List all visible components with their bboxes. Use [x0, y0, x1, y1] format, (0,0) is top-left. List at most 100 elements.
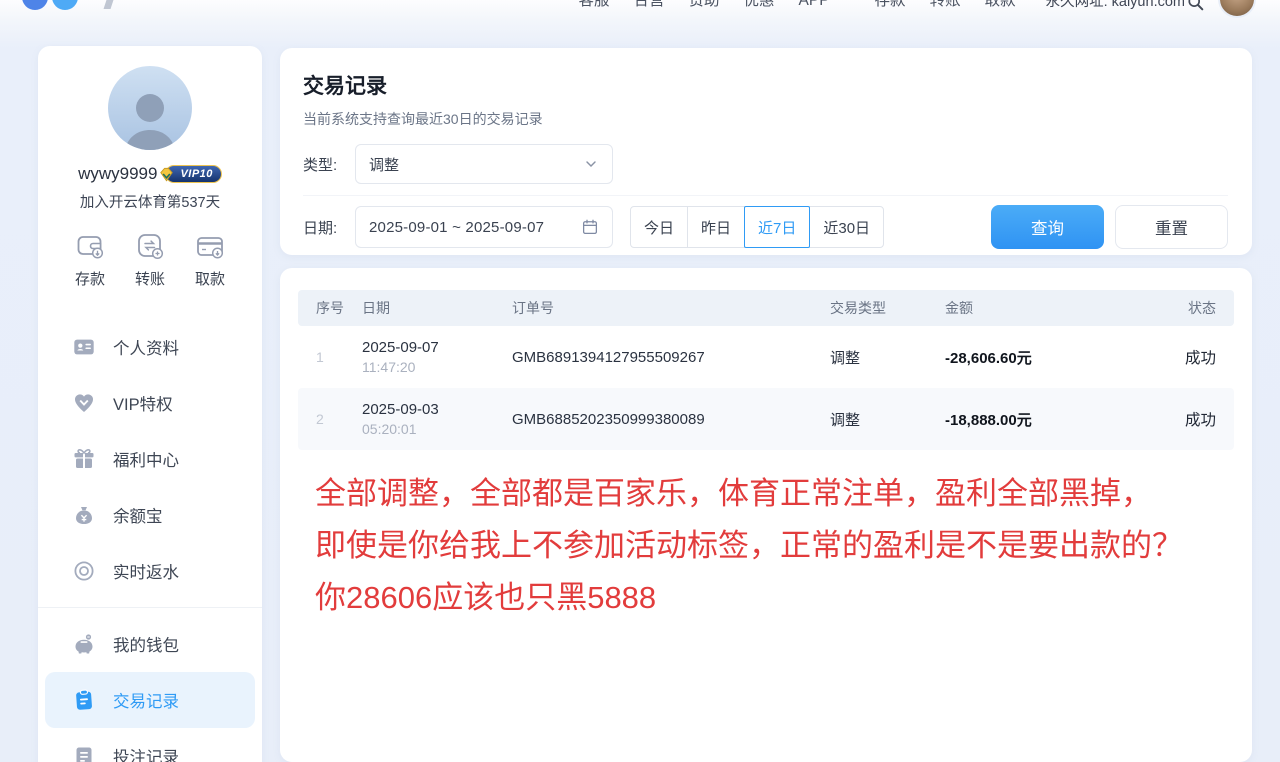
profile-avatar[interactable] — [108, 66, 192, 150]
sidebar-item-label: 福利中心 — [113, 447, 179, 471]
sidebar-item-bets[interactable]: 投注记录 — [38, 728, 262, 762]
table-header: 序号 日期 订单号 交易类型 金额 状态 — [298, 290, 1234, 326]
page: 客服 合营 赞助 优惠 APP 存款 转账 取款 永久网址: kaiyun.co… — [0, 0, 1280, 762]
cell-amount: -28,606.60元 — [945, 347, 1125, 368]
range-7days-button[interactable]: 近7日 — [744, 206, 810, 248]
cell-status: 成功 — [1125, 408, 1216, 430]
page-title: 交易记录 — [303, 70, 1228, 100]
sidebar-menu: 个人资料 VIP特权 福利中心 余额宝 — [38, 319, 262, 762]
nav-item-deposit[interactable]: 存款 — [875, 0, 906, 13]
query-button[interactable]: 查询 — [991, 205, 1104, 249]
vip-level-label: VIP10 — [180, 168, 212, 180]
sidebar-item-label: 个人资料 — [113, 335, 179, 359]
cell-date-day: 2025-09-03 — [362, 401, 512, 418]
menu-divider — [38, 607, 262, 608]
join-days-text: 加入开云体育第537天 — [38, 191, 262, 212]
cell-date-day: 2025-09-07 — [362, 339, 512, 356]
quick-range-group: 今日 昨日 近7日 近30日 — [630, 206, 884, 248]
nav-item-promo[interactable]: 优惠 — [744, 0, 775, 13]
col-header-amount: 金额 — [945, 298, 1125, 318]
sidebar-item-label: 实时返水 — [113, 559, 179, 583]
filter-card: 交易记录 当前系统支持查询最近30日的交易记录 类型: 调整 日期: 2025-… — [280, 48, 1252, 255]
cell-transaction-type: 调整 — [830, 347, 945, 368]
date-filter-row: 日期: 2025-09-01 ~ 2025-09-07 今日 昨日 近7日 近3… — [303, 205, 1228, 249]
rebate-icon — [72, 559, 96, 583]
gift-icon — [72, 447, 96, 471]
cell-date-time: 05:20:01 — [362, 421, 512, 437]
cell-no: 1 — [316, 349, 362, 365]
range-today-button[interactable]: 今日 — [630, 206, 688, 248]
type-select-value: 调整 — [369, 154, 399, 175]
type-filter-row: 类型: 调整 — [303, 144, 1228, 184]
withdraw-card-icon — [194, 230, 226, 262]
filter-divider — [303, 195, 1228, 196]
vip-gem-badge-icon — [158, 166, 175, 183]
reset-button[interactable]: 重置 — [1115, 205, 1228, 249]
deposit-wallet-icon — [74, 230, 106, 262]
piggy-bank-icon — [72, 632, 96, 656]
sidebar-item-label: 交易记录 — [113, 688, 179, 712]
range-yesterday-button[interactable]: 昨日 — [687, 206, 745, 248]
nav-item-sponsor[interactable]: 赞助 — [689, 0, 720, 13]
date-range-value: 2025-09-01 ~ 2025-09-07 — [369, 219, 544, 236]
col-header-type: 交易类型 — [830, 298, 945, 318]
user-avatar-small[interactable] — [1218, 0, 1256, 18]
quick-action-deposit[interactable]: 存款 — [64, 230, 116, 289]
chevron-down-icon — [583, 156, 599, 172]
type-select[interactable]: 调整 — [355, 144, 613, 184]
annotation-line: 即使是你给我上不参加活动标签，正常的盈利是不是要出款的？ — [315, 520, 1230, 572]
sidebar-item-transactions[interactable]: 交易记录 — [45, 672, 255, 728]
sidebar-item-label: VIP特权 — [113, 391, 173, 415]
permanent-url: 永久网址: kaiyun.com — [1046, 0, 1185, 14]
nav-item-withdraw[interactable]: 取款 — [985, 0, 1016, 13]
id-card-icon — [72, 335, 96, 359]
quick-action-withdraw[interactable]: 取款 — [184, 230, 236, 289]
bet-records-icon — [72, 744, 96, 762]
quick-action-transfer[interactable]: 转账 — [124, 230, 176, 289]
quick-action-label: 转账 — [135, 268, 165, 289]
sidebar-item-yuebao[interactable]: 余额宝 — [38, 487, 262, 543]
sidebar-item-label: 投注记录 — [113, 744, 179, 762]
page-subtitle: 当前系统支持查询最近30日的交易记录 — [303, 109, 1228, 129]
sidebar-item-vip[interactable]: VIP特权 — [38, 375, 262, 431]
cell-order-number: GMB6885202350999380089 — [512, 411, 830, 428]
money-bag-icon — [72, 503, 96, 527]
sidebar-item-rebate[interactable]: 实时返水 — [38, 543, 262, 599]
calendar-icon — [581, 218, 599, 236]
transfer-icon — [134, 230, 166, 262]
nav-item-transfer[interactable]: 转账 — [930, 0, 961, 13]
red-annotation-text: 全部调整，全部都是百家乐，体育正常注单，盈利全部黑掉， 即使是你给我上不参加活动… — [315, 468, 1230, 624]
nav-item-app[interactable]: APP — [799, 0, 830, 13]
col-header-date: 日期 — [362, 298, 512, 318]
cell-date-time: 11:47:20 — [362, 359, 512, 375]
sidebar-item-label: 我的钱包 — [113, 632, 179, 656]
nav-item-partner[interactable]: 合营 — [633, 0, 664, 13]
annotation-line: 全部调整，全部都是百家乐，体育正常注单，盈利全部黑掉， — [315, 468, 1230, 520]
search-icon[interactable] — [1187, 0, 1204, 11]
type-label: 类型: — [303, 154, 345, 175]
range-30days-button[interactable]: 近30日 — [809, 206, 884, 248]
sidebar-item-label: 余额宝 — [113, 503, 163, 527]
vip-gem-icon — [72, 391, 96, 415]
quick-actions: 存款 转账 取款 — [38, 230, 262, 289]
sidebar-item-welfare[interactable]: 福利中心 — [38, 431, 262, 487]
quick-action-label: 取款 — [195, 268, 225, 289]
cell-date: 2025-09-07 11:47:20 — [362, 339, 512, 375]
cell-order-number: GMB6891394127955509267 — [512, 349, 830, 366]
sidebar-item-wallet[interactable]: 我的钱包 — [38, 616, 262, 672]
cell-no: 2 — [316, 411, 362, 427]
col-header-status: 状态 — [1125, 298, 1216, 318]
annotation-line: 你28606应该也只黑5888 — [315, 572, 1230, 624]
nav-item-service[interactable]: 客服 — [578, 0, 609, 13]
table-row: 1 2025-09-07 11:47:20 GMB689139412795550… — [298, 326, 1234, 388]
vip-badge: VIP10 — [165, 165, 221, 183]
cell-amount: -18,888.00元 — [945, 409, 1125, 430]
cell-status: 成功 — [1125, 346, 1216, 368]
col-header-no: 序号 — [316, 298, 362, 318]
date-label: 日期: — [303, 217, 345, 238]
sidebar-item-profile[interactable]: 个人资料 — [38, 319, 262, 375]
top-nav: 客服 合营 赞助 优惠 APP 存款 转账 取款 永久网址: kaiyun.co… — [0, 0, 1280, 18]
date-range-input[interactable]: 2025-09-01 ~ 2025-09-07 — [355, 206, 613, 248]
cell-transaction-type: 调整 — [830, 409, 945, 430]
user-row: wywy9999 VIP10 — [38, 164, 262, 184]
